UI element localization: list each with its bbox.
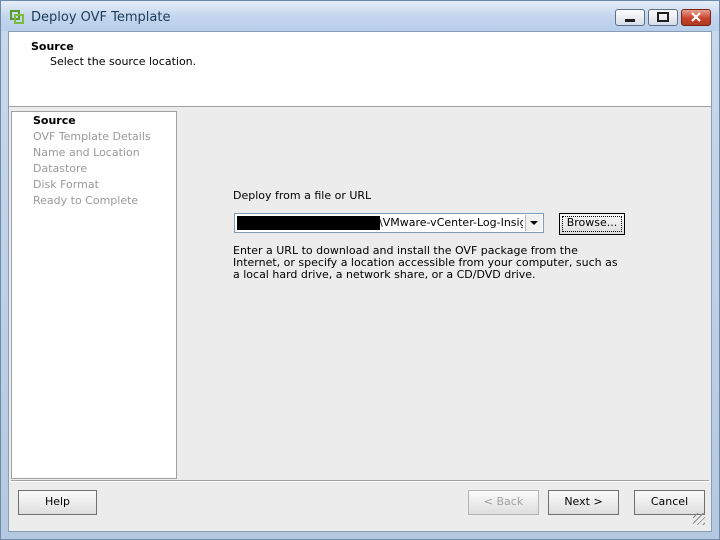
step-ready-to-complete: Ready to Complete [33, 194, 139, 207]
wizard-client-area: Source Select the source location. Sourc… [8, 31, 712, 532]
deploy-from-label: Deploy from a file or URL [233, 189, 372, 202]
source-url-value: \VMware-vCenter-Log-Insight- [379, 216, 523, 229]
help-button[interactable]: Help [18, 490, 97, 515]
chevron-down-icon[interactable] [525, 215, 542, 231]
step-name-and-location: Name and Location [33, 146, 140, 159]
wizard-steps-list: Source OVF Template Details Name and Loc… [11, 111, 177, 479]
step-ovf-template-details: OVF Template Details [33, 130, 151, 143]
step-disk-format: Disk Format [33, 178, 99, 191]
source-panel: Deploy from a file or URL \VMware-vCente… [181, 111, 709, 479]
title-bar[interactable]: Deploy OVF Template [1, 1, 719, 31]
source-url-combobox[interactable]: \VMware-vCenter-Log-Insight- [234, 213, 544, 233]
step-source: Source [33, 114, 76, 127]
next-button[interactable]: Next > [548, 490, 619, 515]
close-button[interactable] [681, 9, 711, 26]
source-help-text: Enter a URL to download and install the … [233, 244, 618, 281]
redacted-path [237, 216, 380, 230]
cancel-button[interactable]: Cancel [634, 490, 705, 515]
minimize-button[interactable] [615, 9, 645, 26]
header-title: Source [31, 40, 74, 53]
deploy-ovf-window: Deploy OVF Template Source Select the so… [0, 0, 720, 540]
browse-button[interactable]: Browse... [559, 213, 625, 235]
resize-grip-icon[interactable] [693, 513, 705, 525]
wizard-header: Source Select the source location. [9, 32, 711, 107]
button-separator [11, 480, 709, 482]
vsphere-logo-icon [10, 10, 24, 24]
back-button[interactable]: < Back [468, 490, 539, 515]
close-icon [691, 12, 701, 22]
header-subtitle: Select the source location. [50, 55, 197, 68]
minimize-icon [625, 19, 635, 22]
maximize-icon [657, 12, 669, 22]
maximize-button[interactable] [648, 9, 678, 26]
window-title: Deploy OVF Template [31, 10, 171, 25]
step-datastore: Datastore [33, 162, 88, 175]
